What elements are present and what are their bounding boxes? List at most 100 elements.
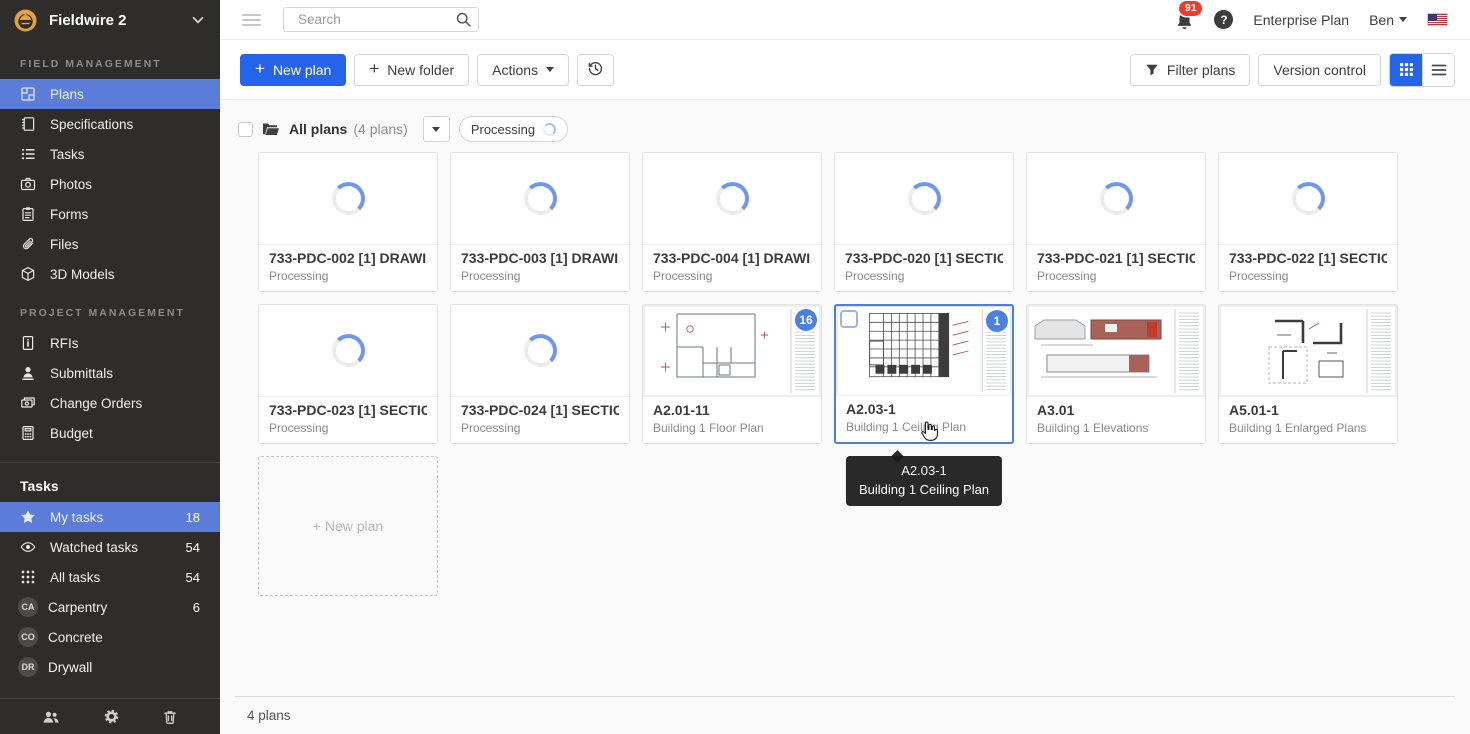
toolbar-right: Filter plans Version control: [1130, 53, 1455, 87]
top-bar: 91 ? Enterprise Plan Ben: [220, 0, 1470, 40]
budget-calculator-icon: [20, 425, 36, 441]
new-folder-button[interactable]: + New folder: [354, 54, 469, 86]
project-switcher[interactable]: Fieldwire 2: [0, 0, 220, 40]
tooltip-plan-number: A2.03-1: [859, 462, 989, 481]
actions-dropdown-button[interactable]: Actions: [477, 54, 569, 86]
sidebar-task-drywall[interactable]: DRDrywall: [0, 652, 220, 682]
sidebar-item-3d-models[interactable]: 3D Models: [0, 259, 220, 289]
search-input[interactable]: [283, 7, 479, 32]
sidebar-item-label: Submittals: [50, 366, 113, 381]
plan-card[interactable]: 733-PDC-023 [1] SECTIO... Processing: [258, 304, 438, 444]
new-plan-placeholder[interactable]: + New plan: [258, 456, 438, 596]
history-button[interactable]: [577, 54, 614, 86]
sidebar-task-my-tasks[interactable]: My tasks 18: [0, 502, 220, 532]
folder-open-icon: [262, 122, 280, 137]
plan-subtitle: Building 1 Enlarged Plans: [1229, 421, 1387, 435]
version-control-button[interactable]: Version control: [1258, 54, 1381, 86]
plan-card-footer: A3.01 Building 1 Elevations: [1027, 397, 1205, 443]
sidebar-task-all-tasks[interactable]: All tasks 54: [0, 562, 220, 592]
sidebar-item-budget[interactable]: Budget: [0, 418, 220, 448]
sidebar-item-photos[interactable]: Photos: [0, 169, 220, 199]
history-icon: [587, 60, 604, 80]
plan-card[interactable]: A3.01 Building 1 Elevations: [1026, 304, 1206, 444]
trash-icon[interactable]: [162, 709, 178, 725]
plans-content: All plans (4 plans) Processing 733-PDC-0…: [220, 101, 1470, 734]
sidebar-item-rfis[interactable]: RFIs: [0, 328, 220, 358]
sidebar-item-plans[interactable]: Plans: [0, 79, 220, 109]
chevron-down-icon[interactable]: [190, 12, 206, 28]
search-box: [283, 7, 479, 32]
help-icon[interactable]: ?: [1214, 10, 1233, 29]
select-all-checkbox[interactable]: [238, 122, 253, 137]
plan-checkbox[interactable]: [840, 310, 858, 328]
plan-thumbnail: [835, 153, 1013, 245]
sidebar-item-forms[interactable]: Forms: [0, 199, 220, 229]
plan-card[interactable]: 733-PDC-021 [1] SECTIO... Processing: [1026, 152, 1206, 292]
folder-dropdown-button[interactable]: [423, 116, 450, 142]
task-count-badge[interactable]: 16: [795, 309, 817, 331]
task-count: 54: [186, 540, 200, 555]
new-plan-button[interactable]: + New plan: [240, 54, 346, 86]
task-count: 54: [186, 570, 200, 585]
plan-tooltip: A2.03-1 Building 1 Ceiling Plan: [846, 456, 1002, 506]
sidebar-item-submittals[interactable]: Submittals: [0, 358, 220, 388]
task-filter-label: Carpentry: [48, 600, 107, 615]
plans-toolbar: + New plan + New folder Actions: [220, 40, 1470, 100]
sidebar-task-carpentry[interactable]: CACarpentry 6: [0, 592, 220, 622]
people-icon[interactable]: [42, 709, 60, 725]
plan-card[interactable]: 733-PDC-004 [1] DRAWI... Processing: [642, 152, 822, 292]
plan-card[interactable]: 16 A2.01-11 Building 1 Floor Plan: [642, 304, 822, 444]
list-view-icon[interactable]: [1422, 54, 1454, 86]
plan-tier-label: Enterprise Plan: [1253, 12, 1349, 28]
plan-thumbnail: [451, 153, 629, 245]
plan-card-footer: 733-PDC-004 [1] DRAWI... Processing: [643, 245, 821, 291]
app-root: Fieldwire 2 FIELD MANAGEMENT Plans Speci…: [0, 0, 1470, 734]
notifications-bell-icon[interactable]: 91: [1175, 10, 1194, 30]
processing-spinner-icon: [332, 334, 365, 367]
gear-icon[interactable]: [103, 708, 120, 725]
processing-spinner-icon: [524, 334, 557, 367]
task-count-badge[interactable]: 1: [986, 310, 1008, 332]
folder-row: All plans (4 plans) Processing: [238, 116, 1470, 142]
folder-name[interactable]: All plans: [289, 121, 347, 137]
plan-card[interactable]: A5.01-1 Building 1 Enlarged Plans: [1218, 304, 1398, 444]
change-orders-icon: [20, 395, 36, 411]
plan-title: 733-PDC-023 [1] SECTIO...: [269, 402, 427, 418]
grid-view-icon[interactable]: [1390, 54, 1422, 86]
tooltip-plan-name: Building 1 Ceiling Plan: [859, 481, 989, 500]
plan-title: A2.03-1: [846, 401, 1002, 417]
plan-subtitle: Processing: [269, 269, 427, 283]
task-filter-label: Concrete: [48, 630, 103, 645]
plan-card[interactable]: 733-PDC-024 [1] SECTIO... Processing: [450, 304, 630, 444]
topbar-right: 91 ? Enterprise Plan Ben: [1175, 10, 1448, 30]
plan-card[interactable]: 733-PDC-002 [1] DRAWI... Processing: [258, 152, 438, 292]
cube-icon: [20, 266, 36, 282]
filter-plans-button[interactable]: Filter plans: [1130, 54, 1250, 86]
sidebar-item-tasks[interactable]: Tasks: [0, 139, 220, 169]
plan-card-footer: A2.01-11 Building 1 Floor Plan: [643, 397, 821, 443]
trade-initials-badge: CO: [18, 627, 38, 647]
processing-status-chip[interactable]: Processing: [459, 116, 568, 142]
plan-card[interactable]: 733-PDC-022 [1] SECTIO... Processing: [1218, 152, 1398, 292]
plan-card[interactable]: 1 A2.03-1 Building 1 Ceiling Plan: [834, 304, 1014, 444]
sidebar-task-concrete[interactable]: CO Concrete: [0, 622, 220, 652]
sidebar-item-specifications[interactable]: Specifications: [0, 109, 220, 139]
plan-card[interactable]: 733-PDC-003 [1] DRAWI... Processing: [450, 152, 630, 292]
sidebar-item-label: Change Orders: [50, 396, 142, 411]
sidebar-divider: [0, 462, 220, 463]
plan-subtitle: Building 1 Ceiling Plan: [846, 420, 1002, 434]
sidebar-task-watched-tasks[interactable]: Watched tasks 54: [0, 532, 220, 562]
plan-card[interactable]: 733-PDC-020 [1] SECTIO... Processing: [834, 152, 1014, 292]
sidebar-item-change-orders[interactable]: Change Orders: [0, 388, 220, 418]
filter-funnel-icon: [1145, 63, 1159, 77]
user-menu[interactable]: Ben: [1369, 12, 1407, 28]
grid-dots-icon: [20, 569, 36, 585]
hamburger-menu-icon[interactable]: [242, 11, 261, 29]
eye-icon: [20, 539, 36, 555]
section-label: PROJECT MANAGEMENT: [0, 289, 220, 328]
plus-icon: +: [369, 60, 379, 77]
us-flag-icon[interactable]: [1427, 13, 1448, 26]
trade-initials-badge: CA: [18, 597, 38, 617]
plan-card-footer: A5.01-1 Building 1 Enlarged Plans: [1219, 397, 1397, 443]
sidebar-item-files[interactable]: Files: [0, 229, 220, 259]
